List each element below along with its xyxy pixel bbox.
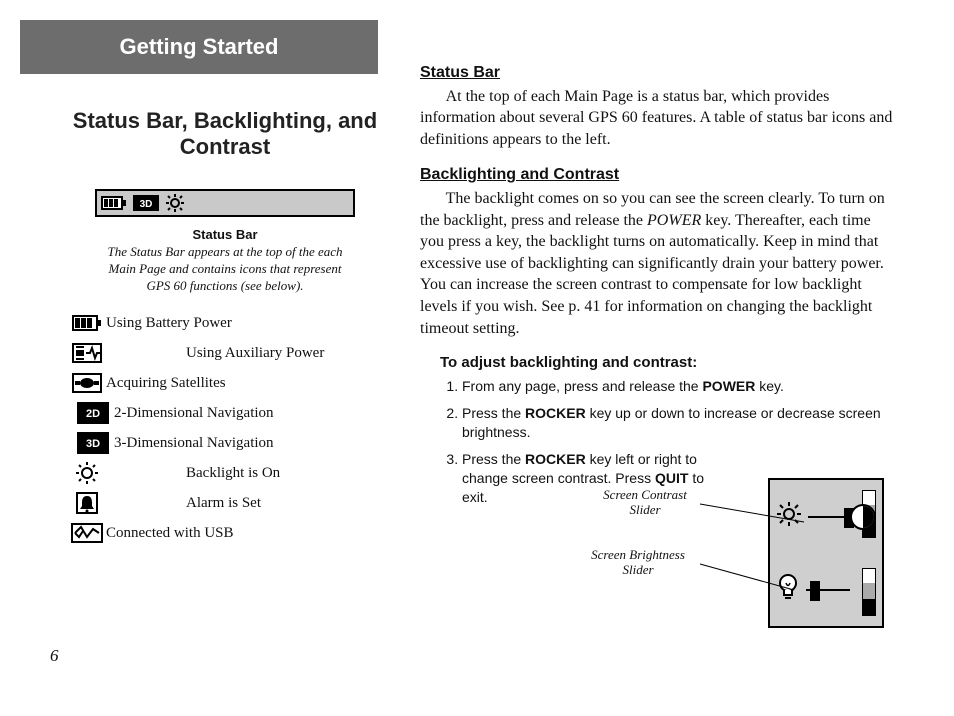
backlight-icon [165, 194, 185, 212]
icon-label: Connected with USB [106, 525, 234, 542]
usb-icon [70, 523, 104, 543]
icon-row-battery: Using Battery Power [70, 308, 380, 338]
key-power: POWER [647, 212, 701, 229]
icon-label: Acquiring Satellites [106, 375, 226, 392]
icon-label: 3-Dimensional Navigation [114, 435, 274, 452]
battery-icon [101, 195, 127, 211]
step-1: From any page, press and release the POW… [462, 377, 894, 396]
icon-label: Using Battery Power [106, 315, 232, 332]
page-number: 6 [50, 646, 59, 666]
key-rocker: ROCKER [525, 405, 586, 421]
text: Press the [462, 451, 525, 467]
procedure-heading: To adjust backlighting and contrast: [440, 353, 894, 373]
status-bar-figure: 3D Status Bar The Status Bar appears at … [95, 189, 355, 295]
paragraph-backlight-contrast: The backlight comes on so you can see th… [420, 188, 894, 339]
text: From any page, press and release the [462, 378, 702, 394]
status-bar-caption: The Status Bar appears at the top of the… [95, 244, 355, 295]
svg-text:3D: 3D [86, 438, 100, 450]
status-bar-caption-head: Status Bar [95, 227, 355, 242]
icon-label: Using Auxiliary Power [186, 345, 324, 362]
slider-figure: Screen Contrast Slider Screen Brightness… [584, 478, 884, 638]
backlight-icon [70, 461, 104, 485]
sat-icon [70, 373, 104, 393]
battery-icon [70, 314, 104, 332]
icon-row-sat: Acquiring Satellites [70, 368, 380, 398]
icon-row-alarm: Alarm is Set [70, 488, 380, 518]
nav2d-icon: 2D [76, 402, 110, 424]
paragraph-status-bar: At the top of each Main Page is a status… [420, 86, 894, 151]
icon-row-nav3d: 3D 3-Dimensional Navigation [70, 428, 380, 458]
chapter-header: Getting Started [20, 20, 378, 74]
alarm-icon [70, 492, 104, 514]
text: key. [755, 378, 784, 394]
icon-label: Alarm is Set [186, 495, 261, 512]
aux-power-icon [70, 343, 104, 363]
step-2: Press the ROCKER key up or down to incre… [462, 404, 894, 442]
heading-backlight-contrast: Backlighting and Contrast [420, 164, 894, 186]
nav3d-icon: 3D [133, 195, 159, 211]
icon-row-aux-power: Using Auxiliary Power [70, 338, 380, 368]
nav3d-icon: 3D [76, 432, 110, 454]
text: key. Thereafter, each time you press a k… [420, 212, 884, 337]
text: Press the [462, 405, 525, 421]
icon-label: Backlight is On [186, 465, 280, 482]
section-title: Status Bar, Backlighting, and Contrast [70, 108, 380, 161]
status-icon-table: Using Battery Power Using Auxiliary Power… [70, 308, 380, 548]
key-power: POWER [702, 378, 755, 394]
svg-text:2D: 2D [86, 408, 100, 420]
key-rocker: ROCKER [525, 451, 586, 467]
svg-text:3D: 3D [140, 199, 153, 210]
heading-status-bar: Status Bar [420, 62, 894, 84]
icon-label: 2-Dimensional Navigation [114, 405, 274, 422]
icon-row-nav2d: 2D 2-Dimensional Navigation [70, 398, 380, 428]
icon-row-backlight: Backlight is On [70, 458, 380, 488]
icon-row-usb: Connected with USB [70, 518, 380, 548]
